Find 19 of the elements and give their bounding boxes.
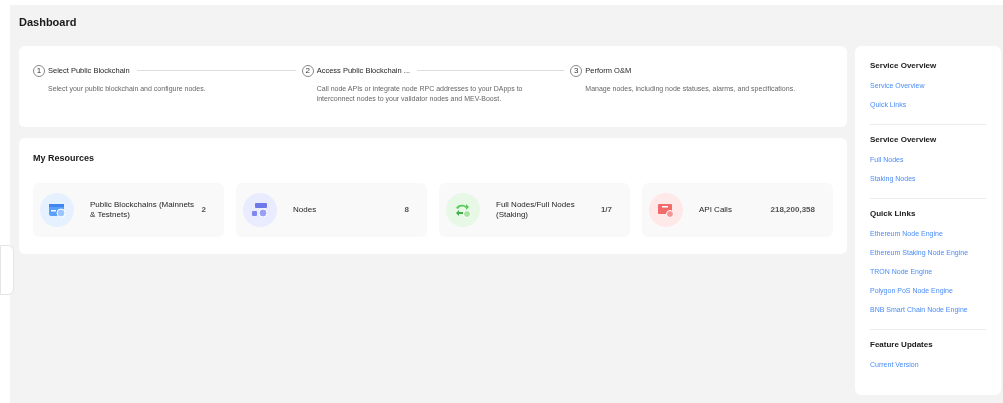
browser-window-icon [48, 202, 66, 218]
sidebar-heading: Service Overview [870, 59, 938, 72]
sidebar-heading: Feature Updates [870, 338, 934, 351]
resource-count: 8 [404, 204, 409, 216]
page-title: Dashboard [19, 15, 78, 30]
resource-label: Public Blockchains (Mainnets & Testnets) [90, 200, 196, 220]
monitor-icon [657, 202, 675, 218]
exchange-arrows-icon [454, 202, 472, 218]
resource-count: 1/7 [600, 204, 612, 216]
resource-label: Nodes [293, 205, 318, 215]
resource-count: 2 [201, 204, 206, 216]
resource-label: Full Nodes/Full Nodes (Staking) [496, 200, 576, 220]
sidebar-heading: Quick Links [870, 207, 917, 220]
sidebar-heading: Service Overview [870, 133, 938, 146]
sidebar-handle[interactable] [0, 245, 14, 295]
node-network-icon [251, 202, 269, 218]
resource-label: API Calls [699, 205, 733, 215]
resource-count: 218,200,358 [770, 204, 815, 216]
section-title: My Resources [33, 151, 96, 165]
